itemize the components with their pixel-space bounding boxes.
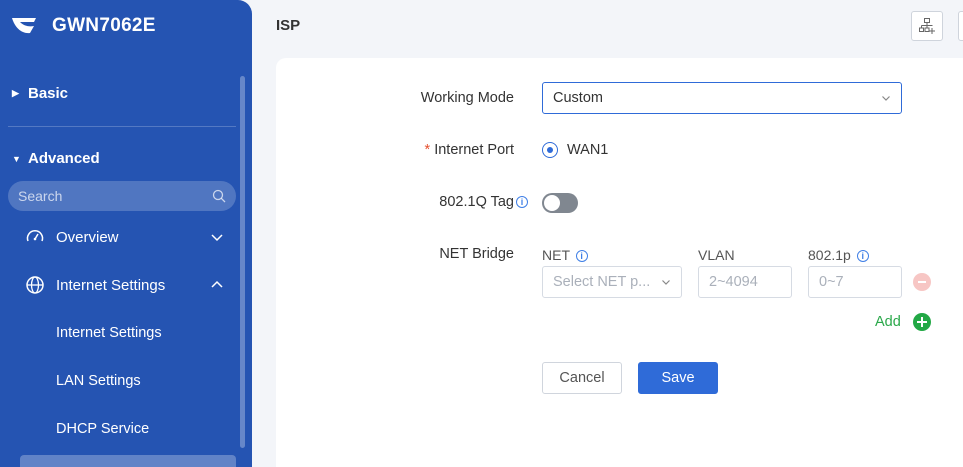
wan1-radio[interactable]: WAN1 [542, 142, 608, 158]
sidebar-subitem-internet-settings[interactable]: Internet Settings [56, 325, 162, 341]
sidebar: GWN7062E ▶ Basic ▼ Advanced Overview [0, 0, 252, 467]
sidebar-subitem-lan-settings[interactable]: LAN Settings [56, 373, 141, 389]
net-column-header: NET i [542, 247, 588, 263]
vlan-input[interactable] [698, 266, 792, 298]
radio-selected-icon [542, 142, 558, 158]
topology-icon [919, 18, 935, 34]
working-mode-value: Custom [553, 90, 603, 106]
globe-icon [26, 276, 44, 294]
caret-down-icon: ▼ [12, 153, 21, 164]
minus-icon [918, 281, 926, 283]
chevron-down-icon [882, 96, 890, 101]
gauge-icon [26, 230, 44, 242]
prio-column-label: 802.1p [808, 247, 851, 263]
brand-name: GWN7062E [52, 15, 156, 36]
tag-label-text: 802.1Q Tag [439, 194, 514, 210]
toggle-knob [544, 195, 560, 211]
sidebar-subitem-dhcp-service[interactable]: DHCP Service [56, 421, 149, 437]
sidebar-scrollbar[interactable] [240, 76, 245, 448]
chevron-down-icon [662, 280, 670, 285]
sidebar-item-label: Overview [56, 228, 119, 246]
topology-button[interactable] [911, 11, 943, 41]
brand: GWN7062E [10, 11, 156, 41]
net-select-placeholder: Select NET p... [553, 274, 651, 290]
wan1-label: WAN1 [567, 142, 609, 158]
sidebar-search [8, 181, 236, 211]
sidebar-item-overview[interactable]: Overview [24, 222, 228, 252]
page-title: ISP [276, 17, 301, 34]
required-marker: * [424, 142, 431, 158]
chevron-up-icon [211, 280, 223, 288]
working-mode-select[interactable]: Custom [542, 82, 902, 114]
sidebar-section-label: Advanced [28, 150, 100, 167]
info-icon[interactable]: i [575, 250, 588, 262]
cancel-button[interactable]: Cancel [542, 362, 622, 394]
tag-toggle[interactable] [542, 193, 578, 213]
chevron-down-icon [211, 234, 223, 242]
add-row-plus-icon[interactable] [913, 313, 931, 331]
remove-row-button[interactable] [913, 273, 931, 291]
header-action-button[interactable] [958, 11, 963, 41]
save-button[interactable]: Save [638, 362, 718, 394]
sidebar-divider [8, 126, 236, 127]
search-icon[interactable] [212, 189, 226, 203]
caret-right-icon: ▶ [12, 88, 19, 98]
internet-port-label: * Internet Port [354, 142, 514, 158]
sidebar-item-label: Internet Settings [56, 276, 166, 294]
prio-column-header: 802.1p i [808, 247, 869, 263]
internet-port-label-text: Internet Port [434, 142, 514, 158]
net-bridge-label: NET Bridge [439, 246, 514, 262]
net-column-label: NET [542, 247, 570, 263]
search-input[interactable] [18, 188, 212, 204]
working-mode-label: Working Mode [420, 90, 514, 106]
sidebar-active-item[interactable] [20, 455, 236, 467]
sidebar-item-internet-settings[interactable]: Internet Settings [24, 270, 228, 300]
prio-input[interactable] [808, 266, 902, 298]
info-icon[interactable]: i [856, 250, 869, 262]
net-select[interactable]: Select NET p... [542, 266, 682, 298]
info-icon[interactable]: i [516, 196, 528, 208]
sidebar-section-advanced[interactable]: ▼ Advanced [12, 150, 100, 167]
grandstream-logo-icon [12, 18, 36, 34]
vlan-column-header: VLAN [698, 247, 735, 263]
tag-label: 802.1Q Tag i [368, 194, 528, 210]
sidebar-section-basic[interactable]: ▶ Basic [12, 85, 68, 102]
sidebar-section-label: Basic [28, 85, 69, 102]
add-row-link[interactable]: Add [875, 314, 901, 330]
